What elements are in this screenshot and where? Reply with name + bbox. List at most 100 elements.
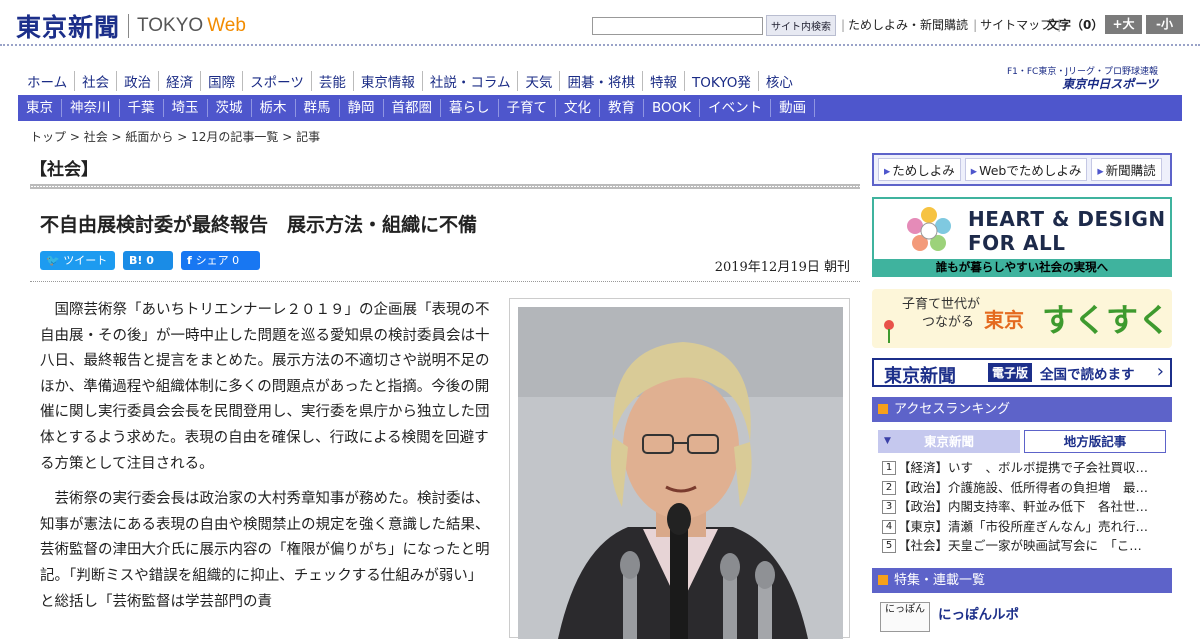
ranking-item-title: 【政治】介護施設、低所得者の負担増 最… (898, 479, 1149, 495)
subscribe-link[interactable]: ためしよみ・新聞購読 (848, 18, 968, 32)
nav-item[interactable]: 国際 (201, 71, 244, 91)
rank-number: 4 (882, 519, 896, 534)
sukusuku-tokyo: 東京 (984, 308, 1024, 332)
nav-item[interactable]: スポーツ (243, 71, 312, 91)
chunichi-sports-link[interactable]: F1・FC東京・Jリーグ・プロ野球速報 東京中日スポーツ (1007, 64, 1180, 91)
hatena-bookmark-button[interactable]: B! 0 (123, 251, 173, 270)
region-nav-item[interactable]: 教育 (600, 99, 644, 117)
breadcrumb-print[interactable]: 紙面から (125, 130, 173, 144)
heart-design-caption: 誰もが暮らしやすい社会の実現へ (874, 259, 1170, 275)
date-divider (30, 281, 860, 282)
social-buttons: 🐦 ツイート B! 0 f シェア 0 (40, 251, 268, 270)
region-nav-item[interactable]: 埼玉 (164, 99, 208, 117)
region-nav-item[interactable]: 子育て (499, 99, 556, 117)
nav-item[interactable]: 社説・コラム (423, 71, 519, 91)
breadcrumb-month[interactable]: 12月の記事一覧 (191, 130, 278, 144)
region-nav-item[interactable]: イベント (700, 99, 772, 117)
heart-design-banner[interactable]: HEART & DESIGN FOR ALL 誰もが暮らしやすい社会の実現へ (872, 197, 1172, 277)
region-nav: 東京 神奈川 千葉 埼玉 茨城 栃木 群馬 静岡 首都圏 暮らし 子育て 文化 … (18, 95, 1182, 121)
nav-item[interactable]: 天気 (518, 71, 561, 91)
tokyo-sukusuku-banner[interactable]: 子育て世代が つながる 東京 すくすく (872, 289, 1172, 348)
breadcrumb-top[interactable]: トップ (30, 130, 66, 144)
chevron-right-icon: › (1156, 361, 1164, 382)
nav-item[interactable]: 核心 (759, 71, 800, 91)
nav-item[interactable]: 政治 (117, 71, 160, 91)
region-nav-item[interactable]: 神奈川 (62, 99, 120, 117)
text-size-up-button[interactable]: +大 (1105, 15, 1142, 34)
flower-icon (884, 320, 894, 343)
subscribe-button[interactable]: 新聞購読 (1091, 158, 1162, 181)
ranking-tab-tokyo[interactable]: ▼ 東京新聞 (878, 430, 1020, 453)
logo-divider (128, 14, 130, 38)
facebook-share-button[interactable]: f シェア 0 (181, 251, 260, 270)
site-search: サイト内検索 (592, 15, 836, 36)
series-item-nippon[interactable]: にっぽん にっぽんルポ (872, 602, 1172, 632)
tweet-label: ツイート (63, 254, 108, 267)
sukusuku-tagline-1: 子育て世代が (902, 297, 981, 312)
series-item-title: にっぽんルポ (938, 607, 1019, 623)
sitemap-link[interactable]: サイトマップ (980, 18, 1052, 32)
region-nav-item[interactable]: 千葉 (120, 99, 164, 117)
web-trial-button[interactable]: Webでためしよみ (964, 158, 1088, 181)
article-photo-frame (509, 298, 850, 639)
heart-title-line1: HEART & DESIGN (968, 207, 1166, 231)
ranking-item-title: 【社会】天皇ご一家が映画試写会に 「こ… (898, 538, 1142, 554)
subscription-buttons: ためしよみ Webでためしよみ 新聞購読 (872, 153, 1172, 186)
region-nav-item[interactable]: 東京 (18, 99, 62, 117)
ranking-item[interactable]: 5 【社会】天皇ご一家が映画試写会に 「こ… (872, 536, 1172, 556)
nav-item[interactable]: 社会 (75, 71, 118, 91)
region-nav-item[interactable]: 群馬 (296, 99, 340, 117)
nav-item[interactable]: 芸能 (312, 71, 354, 91)
site-logo[interactable]: 東京新聞 TOKYO Web (16, 8, 246, 44)
ranking-item[interactable]: 1 【経済】いす 、ボルボ提携で子会社買収… (872, 458, 1172, 478)
press-conference-photo (518, 307, 843, 639)
search-input[interactable] (592, 16, 763, 35)
flower-logo-icon (907, 207, 951, 251)
ranking-tab-tokyo-label: 東京新聞 (923, 434, 974, 449)
ranking-tab-local[interactable]: 地方版記事 (1024, 430, 1166, 453)
facebook-icon: f (187, 254, 196, 267)
header-links: | ためしよみ・新聞購読 | サイトマップ | (841, 18, 1062, 32)
section-divider (30, 184, 860, 189)
region-nav-item[interactable]: 文化 (556, 99, 600, 117)
article-date: 2019年12月19日 朝刊 (714, 260, 850, 275)
ranking-item[interactable]: 3 【政治】内閣支持率、軒並み低下 各社世… (872, 497, 1172, 517)
region-nav-item[interactable]: 動画 (771, 99, 816, 117)
article-paragraph: 芸術祭の実行委会長は政治家の大村秀章知事が務めた。検討委は、知事が憲法にある表現… (40, 491, 490, 610)
region-nav-item[interactable]: 茨城 (208, 99, 252, 117)
digital-logo: 東京新聞 (884, 366, 956, 387)
region-nav-item[interactable]: 静岡 (340, 99, 384, 117)
ranking-item-title: 【東京】清瀬「市役所産ぎんなん」売れ行… (898, 518, 1149, 534)
trial-button[interactable]: ためしよみ (878, 158, 961, 181)
region-nav-item[interactable]: 暮らし (441, 99, 499, 117)
region-nav-item[interactable]: 栃木 (252, 99, 296, 117)
nav-item[interactable]: 経済 (159, 71, 202, 91)
site-search-button[interactable]: サイト内検索 (766, 15, 836, 36)
ranking-item[interactable]: 2 【政治】介護施設、低所得者の負担増 最… (872, 478, 1172, 498)
nav-item[interactable]: 東京情報 (354, 71, 423, 91)
ranking-item-title: 【政治】内閣支持率、軒並み低下 各社世… (898, 499, 1149, 515)
region-nav-item[interactable]: 首都圏 (384, 99, 441, 117)
ranking-item[interactable]: 4 【東京】清瀬「市役所産ぎんなん」売れ行… (872, 517, 1172, 537)
breadcrumb: トップ > 社会 > 紙面から > 12月の記事一覧 > 記事 (30, 130, 321, 144)
nav-item[interactable]: 特報 (643, 71, 685, 91)
breadcrumb-society[interactable]: 社会 (84, 130, 108, 144)
share-label: シェア 0 (195, 254, 240, 267)
nav-item[interactable]: ホーム (20, 71, 76, 91)
digital-edition-badge: 電子版 (988, 363, 1033, 382)
tweet-button[interactable]: 🐦 ツイート (40, 251, 115, 270)
rank-number: 5 (882, 539, 896, 554)
logo-jp: 東京新聞 (16, 13, 121, 42)
nav-item[interactable]: TOKYO発 (685, 71, 759, 91)
nav-item[interactable]: 囲碁・将棋 (560, 71, 643, 91)
text-size-down-button[interactable]: -小 (1146, 15, 1183, 34)
digital-edition-banner[interactable]: 東京新聞 電子版 全国で読めます › (872, 358, 1172, 387)
heart-title-line2: FOR ALL (968, 231, 1066, 255)
ranking-item-title: 【経済】いす 、ボルボ提携で子会社買収… (898, 460, 1149, 475)
region-nav-item[interactable]: BOOK (644, 99, 701, 117)
article-body: 国際芸術祭「あいちトリエンナーレ２０１９」の企画展「表現の不自由展・その後」が一… (40, 298, 490, 625)
digital-edition-text: 全国で読めます (1040, 367, 1135, 383)
twitter-bird-icon: 🐦 (46, 254, 64, 267)
breadcrumb-current: 記事 (296, 130, 321, 144)
site-header: 東京新聞 TOKYO Web サイト内検索 | ためしよみ・新聞購読 | サイトマップ… (0, 0, 1200, 46)
